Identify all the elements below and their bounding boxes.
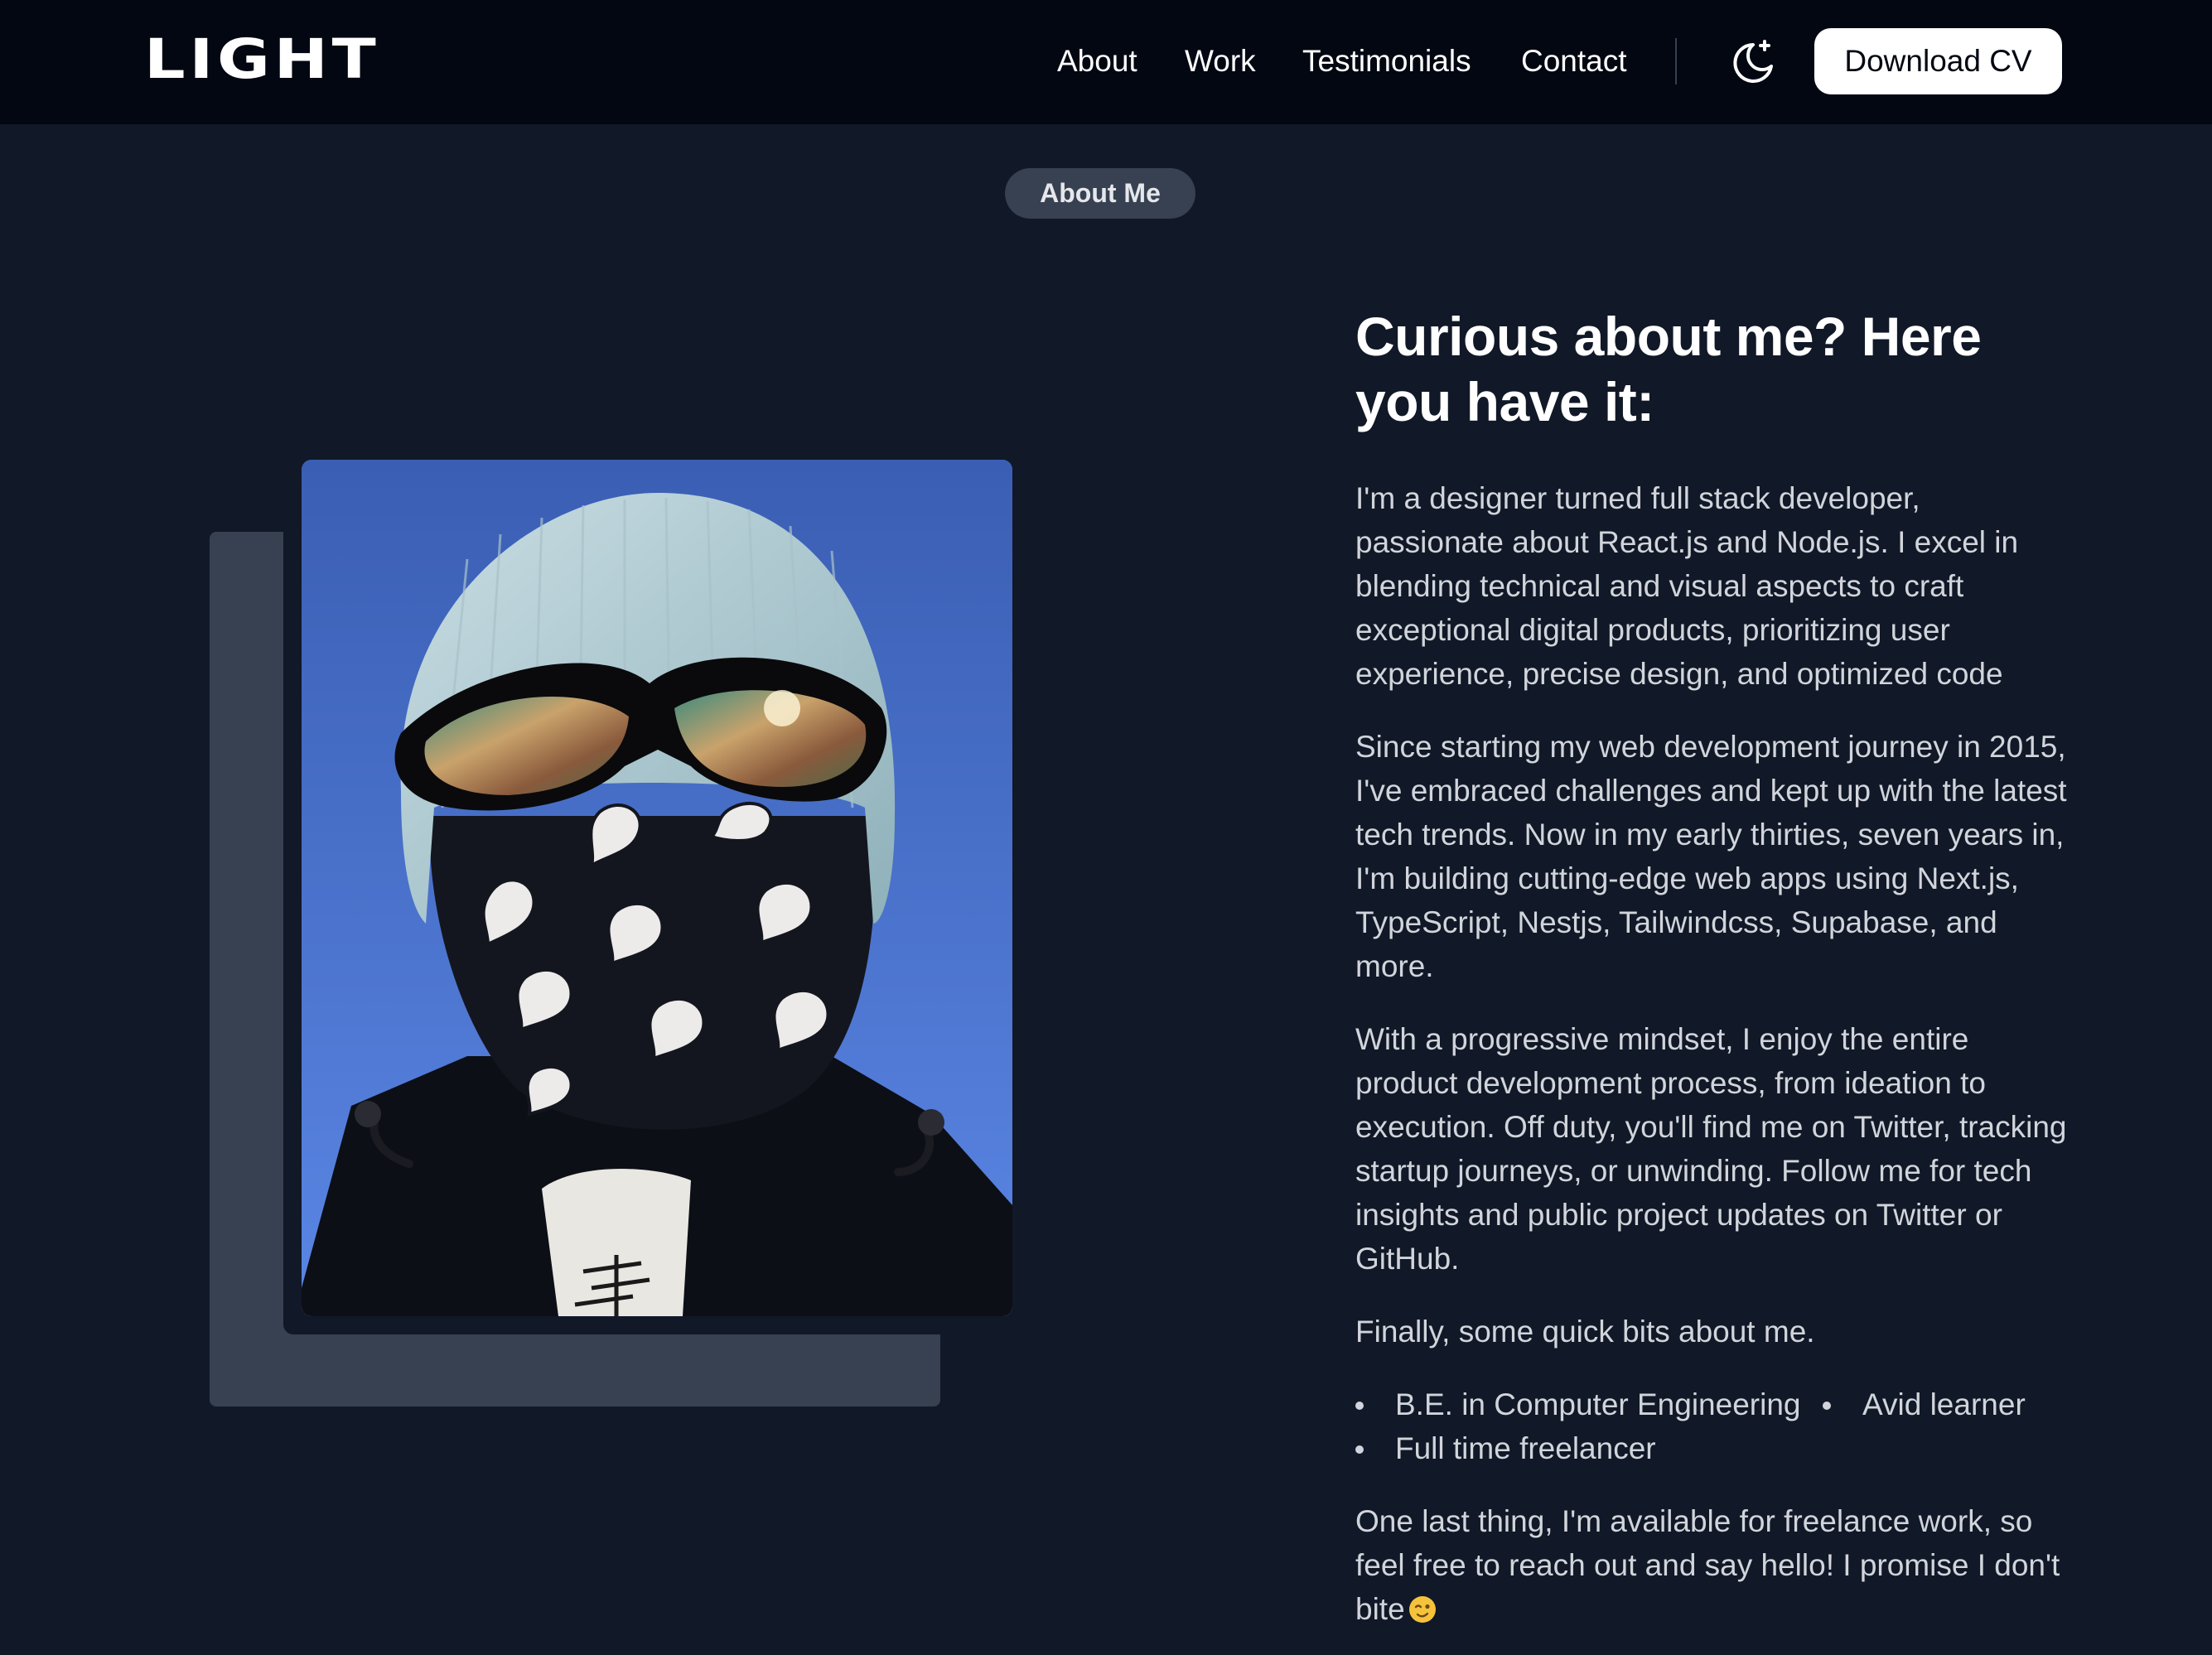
nav-link-work[interactable]: Work xyxy=(1185,40,1256,83)
nav-link-contact[interactable]: Contact xyxy=(1521,40,1627,83)
list-item: Avid learner xyxy=(1823,1382,2026,1426)
quick-bits-list: B.E. in Computer Engineering Avid learne… xyxy=(1355,1382,2068,1470)
about-paragraph-1: I'm a designer turned full stack develop… xyxy=(1355,481,2019,691)
theme-toggle-button[interactable] xyxy=(1730,36,1776,86)
about-paragraph-2: Since starting my web development journe… xyxy=(1355,730,2067,983)
closing-text: One last thing, I'm available for freela… xyxy=(1355,1504,2060,1626)
download-cv-button[interactable]: Download CV xyxy=(1814,28,2062,94)
moon-sparkle-icon xyxy=(1733,40,1773,83)
about-paragraph-3: With a progressive mindset, I enjoy the … xyxy=(1355,1022,2067,1276)
site-logo[interactable]: LIGHT xyxy=(144,30,379,89)
nav-divider xyxy=(1675,38,1677,84)
nav-link-about[interactable]: About xyxy=(1057,40,1137,83)
winking-face-emoji xyxy=(1408,1596,1436,1623)
list-item: B.E. in Computer Engineering xyxy=(1355,1382,1801,1426)
profile-photo xyxy=(302,460,1012,1316)
about-paragraph-4: Finally, some quick bits about me. xyxy=(1355,1315,1815,1349)
about-text-column: Curious about me? Here you have it: I'm … xyxy=(1355,304,2068,1631)
site-header: LIGHT About Work Testimonials Contact Do… xyxy=(0,0,2212,124)
nav-link-testimonials[interactable]: Testimonials xyxy=(1302,40,1471,83)
about-heading: Curious about me? Here you have it: xyxy=(1355,306,1982,432)
list-item: Full time freelancer xyxy=(1355,1426,1656,1470)
section-badge: About Me xyxy=(1005,168,1195,219)
about-closing: One last thing, I'm available for freela… xyxy=(1355,1499,2068,1631)
